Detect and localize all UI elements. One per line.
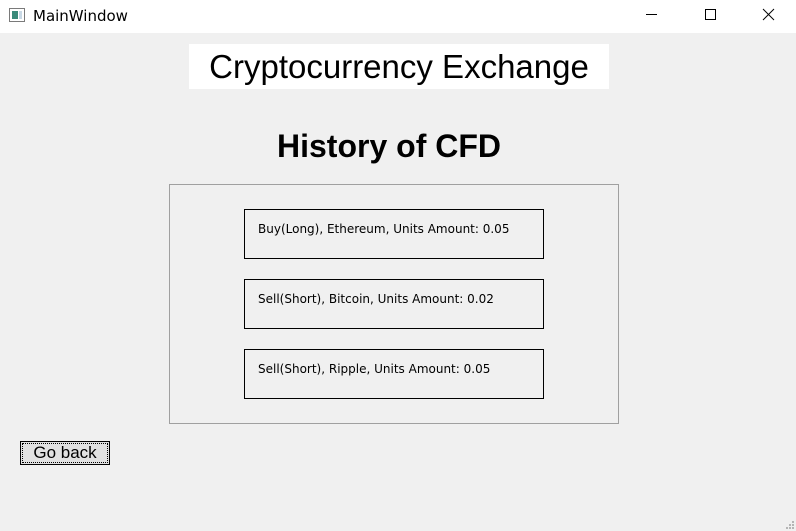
close-button[interactable]: [739, 0, 796, 31]
history-item-label: Buy(Long), Ethereum, Units Amount: 0.05: [258, 222, 510, 236]
history-item[interactable]: Buy(Long), Ethereum, Units Amount: 0.05: [244, 209, 544, 259]
minimize-icon: [646, 14, 657, 15]
maximize-button[interactable]: [681, 0, 739, 31]
go-back-button[interactable]: Go back: [20, 441, 110, 465]
window-icon: [9, 8, 25, 22]
history-item[interactable]: Sell(Short), Ripple, Units Amount: 0.05: [244, 349, 544, 399]
window-title: MainWindow: [33, 7, 128, 25]
main-window: MainWindow Cryptocurrency Exchange Histo…: [0, 0, 796, 531]
title-bar[interactable]: MainWindow: [0, 0, 796, 33]
resize-grip-icon[interactable]: [786, 521, 794, 529]
maximize-icon: [705, 9, 716, 20]
close-icon: [762, 8, 775, 21]
history-item-label: Sell(Short), Ripple, Units Amount: 0.05: [258, 362, 491, 376]
history-item[interactable]: Sell(Short), Bitcoin, Units Amount: 0.02: [244, 279, 544, 329]
history-list-panel: Buy(Long), Ethereum, Units Amount: 0.05 …: [169, 184, 619, 424]
app-name-header: Cryptocurrency Exchange: [189, 44, 609, 89]
page-title: History of CFD: [277, 128, 501, 164]
minimize-button[interactable]: [623, 0, 681, 31]
history-item-label: Sell(Short), Bitcoin, Units Amount: 0.02: [258, 292, 494, 306]
